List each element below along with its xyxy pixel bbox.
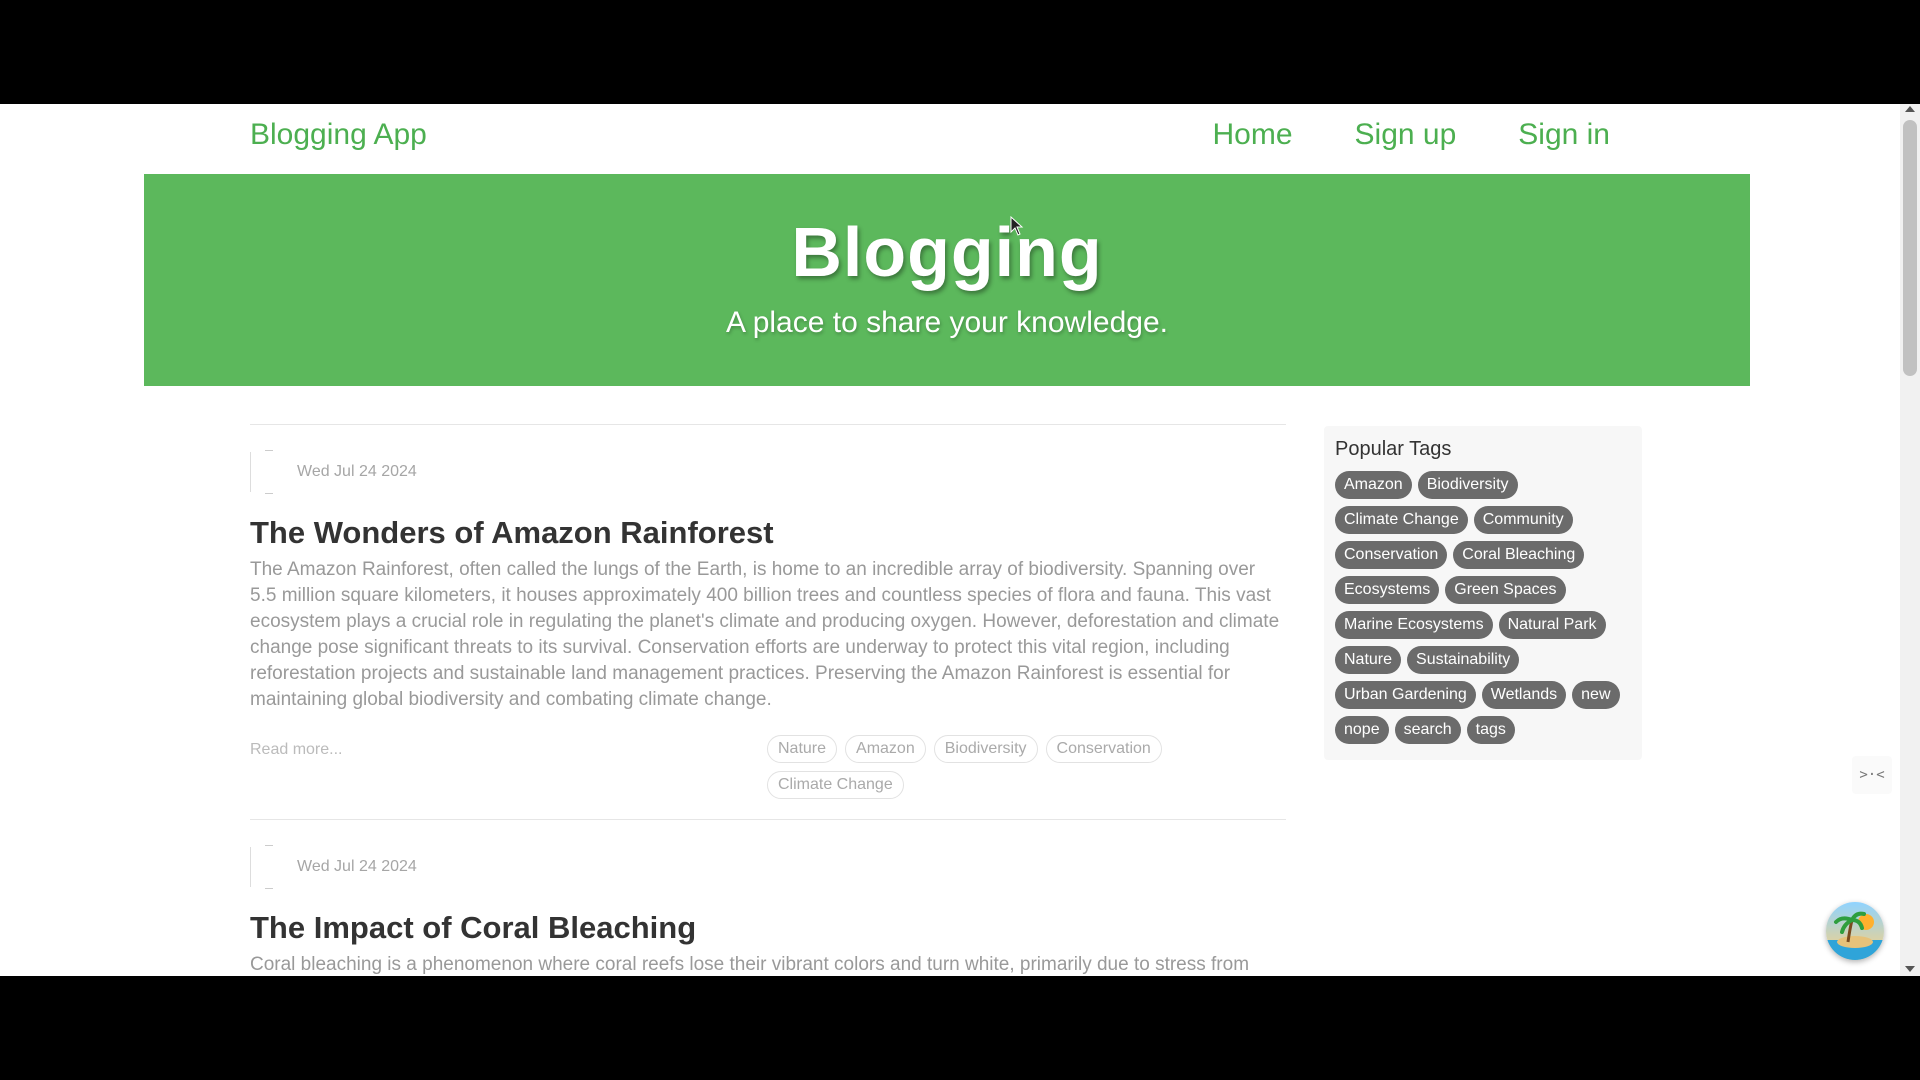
side-panel-handle[interactable]: >·< [1852, 756, 1892, 794]
browser-viewport: Blogging App Home Sign up Sign in Bloggi… [0, 104, 1920, 976]
tag-chip[interactable]: Natural Park [1498, 611, 1606, 639]
post-body: The Amazon Rainforest, often called the … [250, 559, 1280, 710]
post-title[interactable]: The Impact of Coral Bleaching [250, 910, 1286, 946]
brand-link[interactable]: Blogging App [250, 118, 427, 152]
post-tag[interactable]: Amazon [845, 735, 926, 763]
popular-tag-list: Amazon Biodiversity Climate Change Commu… [1335, 471, 1635, 744]
tag-chip[interactable]: Community [1473, 506, 1573, 534]
letterbox-bottom [0, 976, 1920, 1080]
tag-chip[interactable]: new [1572, 681, 1620, 709]
tag-chip[interactable]: Amazon [1335, 471, 1412, 499]
tag-chip[interactable]: Climate Change [1335, 506, 1468, 534]
island-avatar-icon[interactable] [1826, 902, 1884, 960]
post-date: Wed Jul 24 2024 [297, 858, 417, 875]
hero-banner: Blogging A place to share your knowledge… [144, 174, 1750, 386]
nav-home-link[interactable]: Home [1212, 118, 1292, 152]
scroll-thumb[interactable] [1903, 120, 1917, 376]
post-meta: Wed Jul 24 2024 [250, 845, 1286, 889]
tag-chip[interactable]: nope [1335, 716, 1389, 744]
post-list: Wed Jul 24 2024 The Wonders of Amazon Ra… [250, 424, 1286, 976]
post-card: Wed Jul 24 2024 The Impact of Coral Blea… [250, 819, 1286, 976]
tag-chip[interactable]: Marine Ecosystems [1335, 611, 1493, 639]
author-avatar[interactable] [250, 845, 289, 889]
mouse-cursor-icon [1010, 216, 1024, 236]
popular-tags-panel: Popular Tags Amazon Biodiversity Climate… [1324, 426, 1642, 760]
post-tag[interactable]: Nature [767, 735, 838, 763]
post-body: Coral bleaching is a phenomenon where co… [250, 954, 1250, 975]
popular-tags-title: Popular Tags [1335, 438, 1452, 460]
tag-chip[interactable]: Coral Bleaching [1453, 541, 1585, 569]
tag-chip[interactable]: Biodiversity [1417, 471, 1518, 499]
nav-links: Home Sign up Sign in [1212, 118, 1610, 152]
author-avatar[interactable] [250, 450, 289, 494]
scroll-down-arrow-icon[interactable] [1905, 966, 1915, 972]
tag-chip[interactable]: Green Spaces [1445, 576, 1566, 604]
tag-chip[interactable]: Conservation [1335, 541, 1448, 569]
hero-title: Blogging [791, 213, 1103, 291]
post-tag-list: Nature Amazon Biodiversity Conservation … [767, 735, 1207, 799]
post-card: Wed Jul 24 2024 The Wonders of Amazon Ra… [250, 424, 1286, 819]
post-tag[interactable]: Biodiversity [933, 735, 1038, 763]
tag-chip[interactable]: Ecosystems [1335, 576, 1440, 604]
read-more-link[interactable]: Read more... [250, 741, 342, 759]
tag-chip[interactable]: Urban Gardening [1335, 681, 1476, 709]
letterbox-top [0, 0, 1920, 104]
hero-subtitle: A place to share your knowledge. [726, 306, 1168, 339]
post-meta: Wed Jul 24 2024 [250, 450, 1286, 494]
post-footer: Read more... Nature Amazon Biodiversity … [250, 735, 1286, 819]
tag-chip[interactable]: tags [1466, 716, 1515, 744]
tag-chip[interactable]: Nature [1335, 646, 1402, 674]
scroll-up-arrow-icon[interactable] [1905, 106, 1915, 112]
nav-signin-link[interactable]: Sign in [1518, 118, 1610, 152]
navbar: Blogging App Home Sign up Sign in [0, 104, 1900, 174]
post-title[interactable]: The Wonders of Amazon Rainforest [250, 515, 1286, 551]
tag-chip[interactable]: Wetlands [1481, 681, 1567, 709]
nav-signup-link[interactable]: Sign up [1355, 118, 1457, 152]
vertical-scrollbar[interactable] [1900, 104, 1920, 976]
post-tag[interactable]: Climate Change [767, 771, 904, 799]
tag-chip[interactable]: Sustainability [1407, 646, 1520, 674]
post-date: Wed Jul 24 2024 [297, 463, 417, 480]
tag-chip[interactable]: search [1394, 716, 1461, 744]
post-tag[interactable]: Conservation [1045, 735, 1162, 763]
